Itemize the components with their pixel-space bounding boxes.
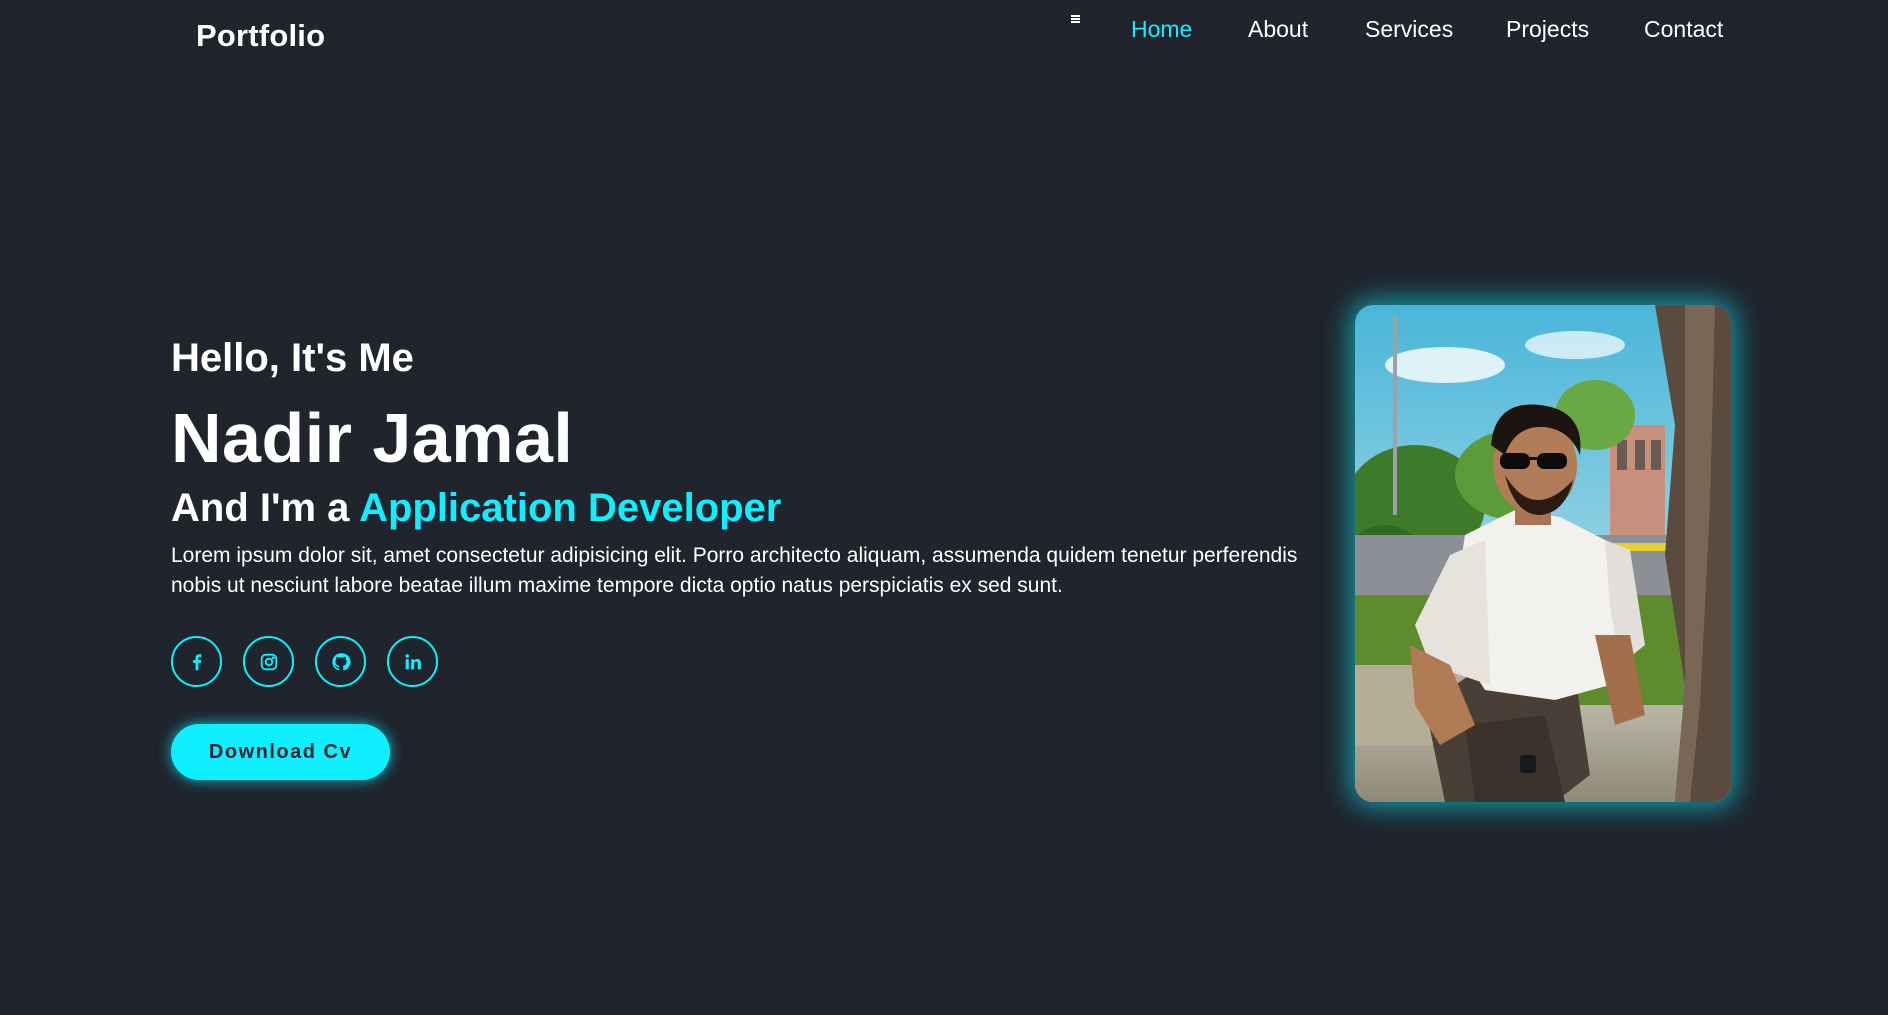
portfolio-page: Portfolio Home About Services Projects C… bbox=[0, 0, 1888, 1015]
greeting: Hello, It's Me bbox=[171, 336, 414, 380]
linkedin-icon bbox=[404, 653, 421, 669]
instagram-icon bbox=[260, 653, 277, 670]
nav-projects[interactable]: Projects bbox=[1506, 16, 1589, 43]
profile-photo bbox=[1355, 305, 1731, 802]
role-prefix: And I'm a bbox=[171, 486, 350, 530]
download-cv-button[interactable]: Download Cv bbox=[171, 724, 390, 780]
role-title: Application Developer bbox=[359, 486, 782, 530]
logo[interactable]: Portfolio bbox=[196, 18, 325, 54]
facebook-link[interactable] bbox=[171, 636, 222, 687]
nav-about[interactable]: About bbox=[1248, 16, 1308, 43]
facebook-icon bbox=[192, 653, 201, 670]
role-line: And I'm a Application Developer bbox=[171, 486, 781, 531]
bio-text: Lorem ipsum dolor sit, amet consectetur … bbox=[171, 544, 1298, 597]
hero-name: Nadir Jamal bbox=[171, 399, 574, 477]
profile-photo-illustration bbox=[1355, 305, 1731, 802]
github-icon bbox=[331, 652, 351, 670]
github-link[interactable] bbox=[315, 636, 366, 687]
hamburger-menu-icon[interactable] bbox=[1071, 15, 1081, 23]
instagram-link[interactable] bbox=[243, 636, 294, 687]
nav-home[interactable]: Home bbox=[1131, 16, 1192, 43]
nav-contact[interactable]: Contact bbox=[1644, 16, 1723, 43]
linkedin-link[interactable] bbox=[387, 636, 438, 687]
nav-services[interactable]: Services bbox=[1365, 16, 1453, 43]
site-header: Portfolio Home About Services Projects C… bbox=[0, 0, 1888, 80]
